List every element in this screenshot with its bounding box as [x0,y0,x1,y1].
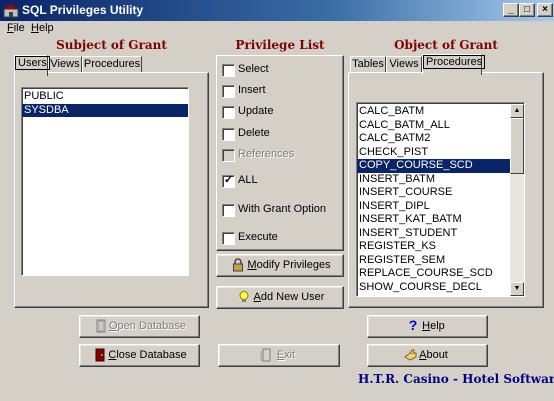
maximize-icon: □ [523,4,531,15]
insert-checkbox[interactable] [222,85,235,98]
arrow-up-icon: ▲ [513,107,521,114]
menu-bar: File Help [0,21,554,37]
list-item[interactable]: INSERT_BATM [357,173,510,187]
close-database-button[interactable]: Close Database [79,344,200,367]
object-list[interactable]: CALC_BATM CALC_BATM_ALL CALC_BATM2 CHECK_PI… [356,102,525,297]
select-checkbox[interactable] [222,64,235,77]
footer-brand: H.T.R. Casino - Hotel Software [358,372,554,386]
close-window-button[interactable]: × [537,3,553,17]
list-item[interactable]: PUBLIC [22,90,188,104]
list-item[interactable]: REGISTER_KS [357,240,510,254]
scrollbar-thumb[interactable] [510,118,524,174]
execute-checkbox[interactable] [222,232,235,245]
window-title: SQL Privileges Utility [22,3,144,17]
list-item[interactable]: SHOW_COURSE_DECL [357,281,510,295]
list-item[interactable]: CALC_BATM_ALL [357,119,510,133]
checkmark-icon: ✓ [224,174,234,186]
subject-list[interactable]: PUBLIC SYSDBA [21,87,189,276]
menu-help[interactable]: Help [31,22,54,34]
delete-checkbox[interactable] [222,128,235,141]
with-grant-option-checkbox[interactable] [222,204,235,217]
references-checkbox [222,149,235,162]
arrow-down-icon: ▼ [513,285,521,292]
add-new-user-button[interactable]: Add New User [216,286,344,309]
vertical-scrollbar[interactable]: ▲ ▼ [510,104,524,296]
minimize-button[interactable]: _ [503,3,519,17]
scroll-down-button[interactable]: ▼ [510,282,524,296]
scroll-up-button[interactable]: ▲ [510,104,524,118]
maximize-button[interactable]: □ [519,3,535,17]
open-database-button[interactable]: Open Database [79,315,200,338]
list-item[interactable]: INSERT_STUDENT [357,227,510,241]
close-icon: × [542,4,548,15]
subject-heading: Subject of Grant [56,38,167,52]
exit-button[interactable]: Exit [218,344,340,367]
object-heading: Object of Grant [394,38,498,52]
list-item[interactable]: CALC_BATM [357,105,510,119]
list-item[interactable]: INSERT_COURSE [357,186,510,200]
app-icon[interactable] [3,3,19,18]
list-item[interactable]: CALC_BATM2 [357,132,510,146]
list-item[interactable]: SYSDBA [22,103,188,117]
list-item[interactable]: INSERT_DIPL [357,200,510,214]
tab-object-procedures[interactable]: Procedures [422,54,486,75]
about-button[interactable]: About [367,344,488,367]
tab-users[interactable]: Users [14,55,50,76]
modify-privileges-button[interactable]: Modify Privileges [216,254,344,277]
all-checkbox[interactable]: ✓ [222,174,235,188]
title-bar[interactable]: SQL Privileges Utility _ □ × [0,0,554,21]
help-button[interactable]: ? Help [367,315,488,338]
list-item[interactable]: INSERT_KAT_BATM [357,213,510,227]
update-checkbox[interactable] [222,106,235,119]
list-item[interactable]: CHECK_PIST [357,146,510,160]
list-item[interactable]: REGISTER_SEM [357,254,510,268]
menu-file[interactable]: File [7,22,25,34]
list-item[interactable]: REPLACE_COURSE_SCD [357,267,510,281]
list-item[interactable]: COPY_COURSE_SCD [357,159,510,173]
privilege-heading: Privilege List [235,38,325,52]
minimize-icon: _ [508,4,514,15]
